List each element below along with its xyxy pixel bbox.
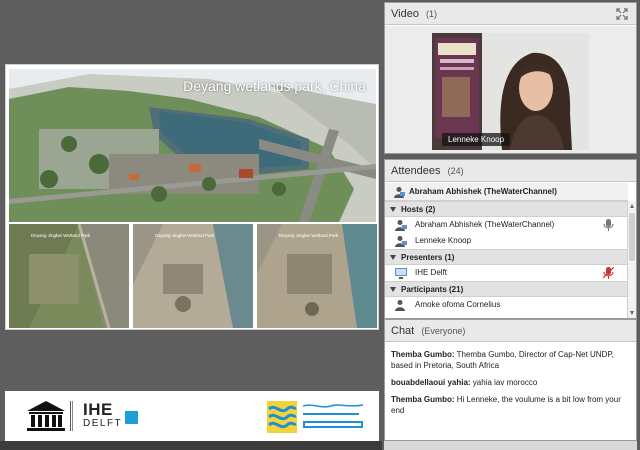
slide-title: Deyang wetlands park, China (183, 78, 366, 94)
host-user-icon (394, 187, 405, 198)
ihe-blue-square-icon (125, 411, 138, 424)
scroll-down-arrow-icon[interactable] (630, 311, 634, 315)
slide: Deyang wetlands park, China Deyang Jingb… (5, 64, 379, 330)
satellite-label-1: Deyang Jingbei Wetland Park (31, 233, 91, 238)
chat-text: yahia iav morocco (470, 378, 538, 387)
satellite-image-1: Deyang Jingbei Wetland Park (9, 224, 129, 328)
chat-scope: (Everyone) (421, 326, 466, 336)
ihe-logo-name: IHE (83, 400, 113, 419)
video-count: (1) (426, 9, 437, 19)
video-pod: Video (1) Lenneke Knoop (384, 2, 637, 154)
attendees-pod: Attendees (24) Abraham Abhishek (TheWate… (384, 159, 637, 319)
attendee-name: Lenneke Knoop (415, 236, 472, 245)
chat-sender: Themba Gumbo: (391, 395, 455, 404)
attendees-scrollbar[interactable] (627, 201, 636, 318)
attendee-name: Amoke ofoma Cornelius (415, 300, 501, 309)
chat-message: Themba Gumbo: Themba Gumbo, Director of … (391, 349, 630, 371)
participant-user-icon (395, 300, 405, 311)
satellite-image-2: Deyang Jingbei Wetland Park (133, 224, 253, 328)
attendee-row[interactable]: Abraham Abhishek (TheWaterChannel) (385, 217, 628, 233)
group-hosts-header[interactable]: Hosts (2) (385, 201, 628, 217)
satellite-label-3: Deyang Jingbei Wetland Park (279, 233, 339, 238)
chat-messages: Themba Gumbo: Themba Gumbo, Director of … (385, 343, 636, 440)
chat-message: bouabdellaoui yahia: yahia iav morocco (391, 377, 630, 388)
group-hosts-label: Hosts (2) (401, 205, 436, 214)
scroll-up-arrow-icon[interactable] (630, 204, 634, 208)
presenter-name-tag: Lenneke Knoop (442, 133, 511, 146)
current-user-row[interactable]: Abraham Abhishek (TheWaterChannel) (385, 183, 628, 201)
collapse-arrow-icon (390, 207, 396, 212)
microphone-icon (603, 219, 614, 231)
chat-pod: Chat (Everyone) Themba Gumbo: Themba Gum… (384, 319, 637, 441)
chat-pod-header: Chat (Everyone) (385, 320, 636, 342)
ihe-logo-subtitle: DELFT (83, 418, 123, 429)
group-participants-header[interactable]: Participants (21) (385, 281, 628, 297)
attendees-count: (24) (447, 166, 464, 176)
group-participants-label: Participants (21) (401, 285, 464, 294)
collapse-arrow-icon (390, 287, 396, 292)
chat-sender: bouabdellaoui yahia: (391, 378, 471, 387)
video-area: Lenneke Knoop (385, 26, 636, 153)
satellite-label-2: Deyang Jingbei Wetland Park (155, 233, 215, 238)
unesco-vertical-text-mark (70, 401, 73, 431)
video-pod-title: Video (391, 8, 419, 20)
attendee-name: Abraham Abhishek (TheWaterChannel) (415, 220, 555, 229)
presentation-stage: Deyang wetlands park, China Deyang Jingb… (0, 0, 382, 450)
host-user-icon (395, 220, 407, 231)
wetland-park-aerial-image: Deyang wetlands park, China (9, 69, 376, 222)
attendees-list: Abraham Abhishek (TheWaterChannel) Hosts… (385, 183, 628, 318)
group-presenters-label: Presenters (1) (401, 253, 455, 262)
video-pod-header: Video (1) (385, 3, 636, 25)
attendee-row[interactable]: Amoke ofoma Cornelius (385, 297, 628, 313)
ihe-delft-logo: IHE DELFT (83, 401, 122, 429)
expand-icon[interactable] (616, 8, 628, 20)
current-user-name: Abraham Abhishek (TheWaterChannel) (409, 187, 557, 196)
the-water-channel-logo (267, 401, 364, 433)
attendees-pod-title: Attendees (391, 165, 441, 177)
attendees-pod-header: Attendees (24) (385, 160, 636, 182)
attendee-row[interactable]: Lenneke Knoop (385, 233, 628, 249)
group-presenters-header[interactable]: Presenters (1) (385, 249, 628, 265)
satellite-image-3: Deyang Jingbei Wetland Park (257, 224, 377, 328)
chat-bottom-strip (384, 441, 637, 450)
scrollbar-thumb[interactable] (629, 213, 635, 261)
attendee-name: IHE Delft (415, 268, 448, 277)
host-user-icon (395, 236, 407, 247)
microphone-muted-icon (603, 267, 614, 279)
collapse-arrow-icon (390, 255, 396, 260)
chat-pod-title: Chat (391, 325, 415, 337)
slide-logo-bar: IHE DELFT (5, 391, 379, 441)
presenter-video-feed[interactable]: Lenneke Knoop (432, 33, 589, 150)
attendee-row[interactable]: IHE Delft (385, 265, 628, 281)
chat-sender: Themba Gumbo: (391, 350, 455, 359)
presenter-screen-icon (395, 268, 407, 279)
stage-bottom-strip (0, 441, 382, 450)
unesco-temple-logo (27, 401, 65, 431)
chat-message: Themba Gumbo: Hi Lenneke, the voulume is… (391, 394, 630, 416)
